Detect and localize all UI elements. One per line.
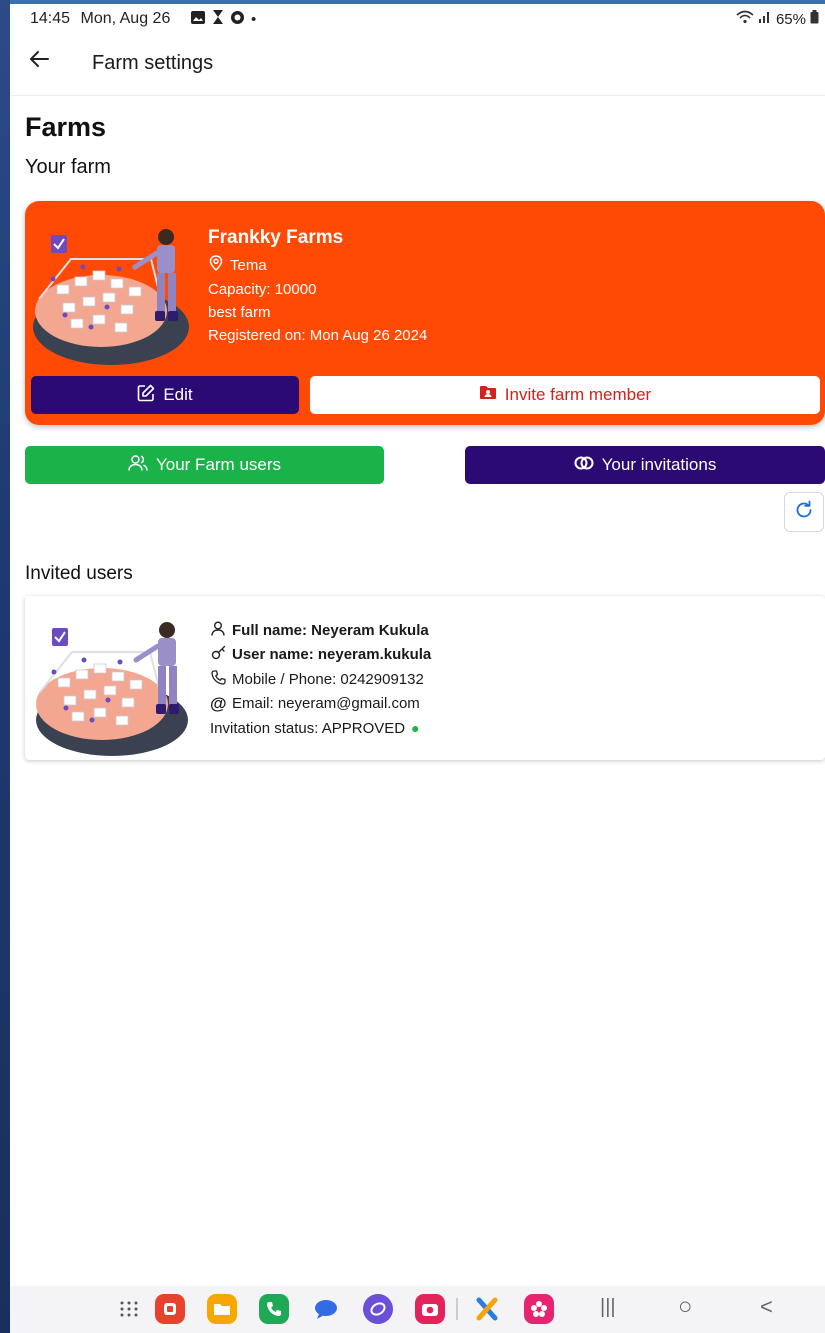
farm-registered-date: Registered on: Mon Aug 26 2024 bbox=[208, 327, 428, 344]
app-red-icon[interactable] bbox=[155, 1294, 185, 1324]
status-more-dot: • bbox=[251, 10, 257, 28]
location-pin-icon bbox=[208, 255, 224, 275]
gallery-icon bbox=[190, 10, 206, 29]
your-farm-subheading: Your farm bbox=[25, 156, 111, 178]
app-internet-icon[interactable] bbox=[363, 1294, 393, 1324]
invited-user-card[interactable]: Full name: Neyeram Kukula User name: ney… bbox=[25, 596, 825, 760]
invited-users-heading: Invited users bbox=[25, 563, 133, 584]
battery-icon bbox=[810, 10, 819, 28]
farm-location: Tema bbox=[230, 256, 267, 274]
battery-percent: 65% bbox=[775, 10, 806, 28]
nav-back-icon: < bbox=[760, 1294, 773, 1319]
status-row: Invitation status: APPROVED ● bbox=[210, 716, 431, 741]
farm-capacity: Capacity: 10000 bbox=[208, 281, 317, 298]
status-right: 65% bbox=[736, 10, 819, 28]
apps-grid-icon[interactable] bbox=[118, 1294, 140, 1324]
farm-info: Frankky Farms Tema Capacity: 10000 best … bbox=[208, 227, 427, 350]
user-name: User name: neyeram.kukula bbox=[232, 646, 432, 664]
refresh-icon bbox=[794, 500, 814, 525]
refresh-button[interactable] bbox=[784, 492, 824, 532]
status-time-date: 14:45 Mon, Aug 26 bbox=[30, 10, 170, 28]
status-bar: 14:45 Mon, Aug 26 • 65% bbox=[10, 4, 825, 34]
user-farm-illustration bbox=[30, 610, 200, 756]
invitation-status: Invitation status: APPROVED bbox=[210, 719, 406, 737]
app-screen: 14:45 Mon, Aug 26 • 65% Farm settings Fa… bbox=[10, 4, 825, 1286]
your-invitations-label: Your invitations bbox=[601, 455, 717, 474]
status-notification-icons: • bbox=[190, 9, 256, 29]
wifi-icon bbox=[736, 10, 754, 28]
edit-farm-button[interactable]: Edit bbox=[31, 376, 299, 414]
farm-location-row: Tema bbox=[208, 255, 427, 275]
add-user-folder-icon bbox=[479, 385, 497, 405]
phone-row: Mobile / Phone: 0242909132 bbox=[210, 667, 431, 692]
phone-icon bbox=[210, 670, 226, 689]
farm-description: best farm bbox=[208, 304, 271, 321]
users-icon bbox=[128, 454, 148, 477]
app-x-icon[interactable] bbox=[472, 1294, 502, 1324]
app-messages-icon[interactable] bbox=[311, 1294, 341, 1324]
app-folder-icon[interactable] bbox=[207, 1294, 237, 1324]
home-button[interactable]: ○ bbox=[678, 1293, 693, 1323]
full-name: Full name: Neyeram Kukula bbox=[232, 621, 429, 639]
status-date: Mon, Aug 26 bbox=[80, 10, 171, 27]
app-flower-icon[interactable] bbox=[524, 1294, 554, 1324]
dock-divider bbox=[456, 1298, 458, 1320]
your-farm-users-label: Your Farm users bbox=[155, 455, 282, 474]
recent-apps-icon: ||| bbox=[600, 1296, 616, 1318]
email-row: @ Email: neyeram@gmail.com bbox=[210, 692, 431, 717]
user-name-row: User name: neyeram.kukula bbox=[210, 643, 431, 668]
home-icon: ○ bbox=[678, 1293, 693, 1320]
recent-apps-button[interactable]: ||| bbox=[600, 1296, 616, 1326]
your-farm-users-button[interactable]: Your Farm users bbox=[25, 446, 384, 484]
window-frame-left bbox=[0, 0, 10, 1333]
invitations-rings-icon bbox=[574, 455, 594, 475]
at-sign-icon: @ bbox=[210, 693, 227, 713]
farm-card: Frankky Farms Tema Capacity: 10000 best … bbox=[25, 201, 825, 425]
edit-button-label: Edit bbox=[163, 385, 193, 404]
phone-number: Mobile / Phone: 0242909132 bbox=[232, 670, 424, 688]
edit-icon bbox=[137, 384, 155, 407]
back-arrow-icon[interactable] bbox=[24, 48, 54, 78]
app-bar: Farm settings bbox=[10, 34, 825, 96]
status-time: 14:45 bbox=[30, 10, 71, 27]
signal-icon bbox=[758, 10, 772, 28]
nav-back-button[interactable]: < bbox=[760, 1294, 773, 1324]
invite-farm-member-button[interactable]: Invite farm member bbox=[310, 376, 820, 414]
alert-icon bbox=[230, 10, 245, 29]
full-name-row: Full name: Neyeram Kukula bbox=[210, 618, 431, 643]
page-title: Farm settings bbox=[92, 52, 214, 74]
status-dot-icon: ● bbox=[411, 720, 420, 737]
hourglass-icon bbox=[212, 9, 224, 29]
user-icon bbox=[210, 621, 226, 640]
farms-heading: Farms bbox=[25, 112, 107, 142]
app-camera-icon[interactable] bbox=[415, 1294, 445, 1324]
key-icon bbox=[210, 645, 226, 664]
email: Email: neyeram@gmail.com bbox=[232, 695, 420, 713]
app-phone-icon[interactable] bbox=[259, 1294, 289, 1324]
your-invitations-button[interactable]: Your invitations bbox=[465, 446, 825, 484]
system-navigation-bar: ||| ○ < bbox=[10, 1286, 825, 1333]
farm-illustration bbox=[31, 219, 201, 367]
farm-name: Frankky Farms bbox=[208, 227, 344, 248]
invited-user-info: Full name: Neyeram Kukula User name: ney… bbox=[210, 618, 431, 741]
invite-button-label: Invite farm member bbox=[504, 385, 652, 404]
